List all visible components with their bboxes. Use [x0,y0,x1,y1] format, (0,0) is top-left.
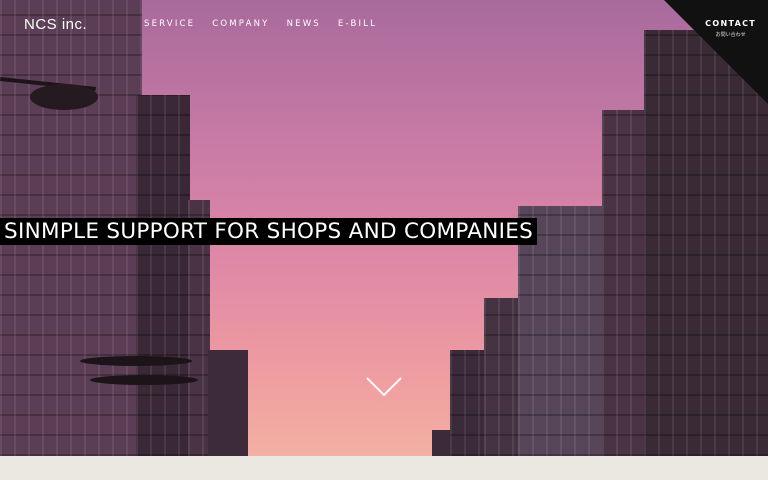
content-band [0,456,768,480]
building-left-4 [208,350,248,456]
contact-sub-label: お問い合わせ [715,32,746,38]
hero-tagline: SINMPLE SUPPORT FOR SHOPS AND COMPANIES [0,218,538,245]
street-lamp-3 [90,375,198,385]
building-right-2 [450,350,486,456]
building-right-1 [432,430,452,456]
nav-item-service[interactable]: SERVICE [144,19,195,29]
site-logo[interactable]: NCS inc. [24,16,87,33]
building-left-2 [136,95,190,456]
nav-item-e-bill[interactable]: E-BILL [338,19,377,29]
contact-link[interactable]: CONTACT お問い合わせ [705,19,756,38]
street-lamp-head [30,84,98,110]
building-right-5 [602,110,646,456]
chevron-down-icon[interactable] [366,377,402,397]
nav-item-company[interactable]: COMPANY [212,19,269,29]
nav-item-news[interactable]: NEWS [287,19,321,29]
contact-label: CONTACT [705,19,756,28]
main-nav: SERVICE COMPANY NEWS E-BILL [144,19,377,29]
building-right-3 [484,298,520,456]
street-lamp-2 [80,356,192,366]
hero-section: NCS inc. SERVICE COMPANY NEWS E-BILL CON… [0,0,768,456]
contact-corner-button[interactable] [664,0,768,104]
